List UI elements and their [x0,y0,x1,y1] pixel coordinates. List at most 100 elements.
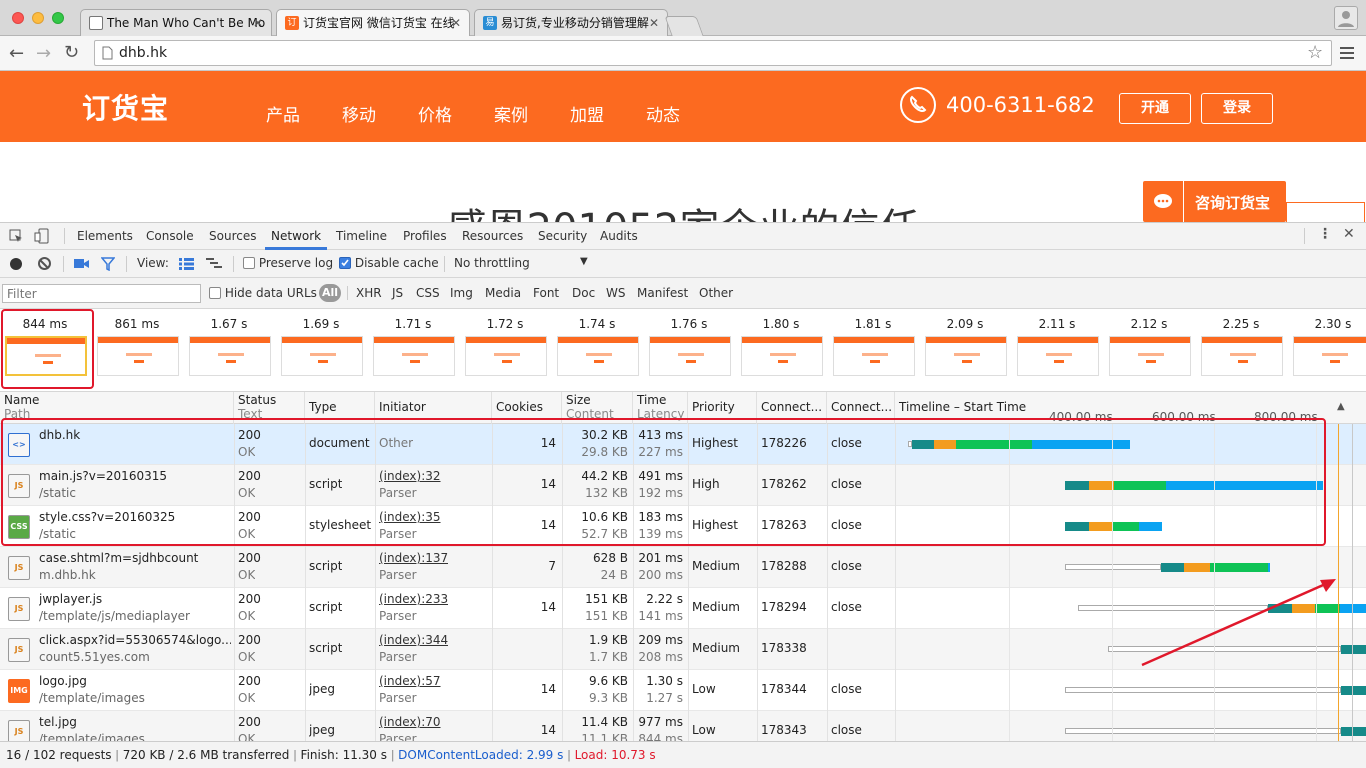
tab-sources[interactable]: Sources [209,229,256,243]
disable-cache-checkbox[interactable] [339,256,351,269]
filter-media-button[interactable]: Media [485,286,521,300]
filmstrip-frame[interactable]: 1.81 s [828,311,918,391]
forward-arrow-icon[interactable]: → [36,43,54,64]
tab-elements[interactable]: Elements [77,229,133,243]
minimize-window-button[interactable] [32,12,44,24]
overview-icon[interactable] [206,258,222,270]
address-bar[interactable]: dhb.hk ☆ [94,40,1332,66]
nav-item-product[interactable]: 产品 [266,101,300,126]
filmstrip-frame[interactable]: 2.09 s [920,311,1010,391]
filter-font-button[interactable]: Font [533,286,559,300]
close-devtools-icon[interactable]: ✕ [1343,226,1355,242]
filmstrip-frame[interactable]: 1.74 s [552,311,642,391]
throttling-select[interactable]: No throttling ▼ [454,256,590,270]
initiator-link[interactable]: (index):57 [379,674,441,688]
initiator-link[interactable]: (index):137 [379,551,448,565]
request-name[interactable]: click.aspx?id=55306574&logo... [39,633,231,647]
filmstrip-frame[interactable]: 2.30 s [1288,311,1366,391]
menu-icon[interactable] [1340,45,1354,61]
status-text: OK [238,568,256,582]
timeline-gridline [1352,424,1353,741]
consult-widget[interactable]: 咨询订货宝 [1143,181,1286,222]
browser-tab-1[interactable]: The Man Who Can't Be Mo ✕ [80,9,272,36]
browser-tab-3[interactable]: 易 易订货,专业移动分销管理解 ✕ [474,9,668,36]
request-name[interactable]: logo.jpg [39,674,231,688]
profile-avatar-icon[interactable] [1334,6,1358,30]
request-name[interactable]: case.shtml?m=sjdhbcount [39,551,231,565]
browser-tab-2[interactable]: 订 订货宝官网 微信订货宝 在线 ✕ [276,9,470,37]
tab-security[interactable]: Security [538,229,587,243]
tab-console[interactable]: Console [146,229,194,243]
preserve-log-checkbox[interactable] [243,256,255,269]
new-tab-button[interactable] [664,16,704,36]
filter-css-button[interactable]: CSS [416,286,440,300]
nav-item-cases[interactable]: 案例 [494,101,528,126]
maximize-window-button[interactable] [52,12,64,24]
hide-data-urls-option[interactable]: Hide data URLs [209,286,317,300]
filter-icon[interactable] [101,257,115,271]
large-rows-icon[interactable] [179,258,194,270]
request-row[interactable]: JS tel.jpg/template/images 200 OK jpeg (index… [0,711,1366,741]
filter-ws-button[interactable]: WS [606,286,625,300]
total-time: 977 ms [638,715,683,729]
request-name[interactable]: jwplayer.js [39,592,231,606]
nav-item-news[interactable]: 动态 [646,101,680,126]
nav-item-mobile[interactable]: 移动 [342,101,376,126]
initiator-link[interactable]: (index):233 [379,592,448,606]
tab-resources[interactable]: Resources [462,229,523,243]
initiator-link[interactable]: (index):70 [379,715,441,729]
tab-close-icon[interactable]: ✕ [253,10,263,36]
tab-timeline[interactable]: Timeline [336,229,387,243]
filter-input[interactable] [2,284,201,303]
open-account-button[interactable]: 开通 [1119,93,1191,124]
filmstrip-frame[interactable]: 1.80 s [736,311,826,391]
tab-close-icon[interactable]: ✕ [649,10,659,36]
nav-item-join[interactable]: 加盟 [570,101,604,126]
tab-audits[interactable]: Audits [600,229,638,243]
cookies-count: 14 [540,600,556,614]
request-path: /template/images [39,691,145,705]
separator: ǀ [293,748,301,762]
tab-profiles[interactable]: Profiles [403,229,447,243]
filmstrip-frame[interactable]: 2.25 s [1196,311,1286,391]
filmstrip-frame[interactable]: 2.12 s [1104,311,1194,391]
login-button[interactable]: 登录 [1201,93,1273,124]
frame-time: 861 ms [114,317,160,331]
disable-cache-option[interactable]: Disable cache [339,256,439,270]
initiator-link[interactable]: (index):344 [379,633,448,647]
filter-js-button[interactable]: JS [392,286,403,300]
request-name[interactable]: tel.jpg [39,715,231,729]
filmstrip-frame[interactable]: 1.67 s [184,311,274,391]
close-window-button[interactable] [12,12,24,24]
clear-icon[interactable] [38,257,51,270]
filmstrip-frame[interactable]: 1.71 s [368,311,458,391]
inspect-icon[interactable] [9,229,23,243]
filmstrip-frame[interactable]: 2.11 s [1012,311,1102,391]
frame-thumbnail [1109,336,1191,376]
hide-data-urls-checkbox[interactable] [209,286,221,299]
filmstrip-frame[interactable]: 1.69 s [276,311,366,391]
site-logo[interactable]: 订货宝 [82,87,169,127]
tab-close-icon[interactable]: ✕ [451,10,461,36]
filmstrip-frame[interactable]: 1.76 s [644,311,734,391]
capture-screenshots-icon[interactable] [74,258,90,270]
filter-all-button[interactable]: All [319,284,341,302]
record-icon[interactable] [10,258,22,270]
filter-xhr-button[interactable]: XHR [356,286,382,300]
reload-icon[interactable]: ↻ [64,42,82,63]
preserve-log-option[interactable]: Preserve log [243,256,333,270]
more-options-icon[interactable]: ⋮ [1318,226,1332,242]
tab-network[interactable]: Network [271,229,321,243]
latency: 200 ms [638,568,683,582]
filmstrip-frame[interactable]: 861 ms [92,311,182,391]
filter-manifest-button[interactable]: Manifest [637,286,688,300]
bookmark-star-icon[interactable]: ☆ [1307,42,1323,63]
filter-img-button[interactable]: Img [450,286,473,300]
filter-other-button[interactable]: Other [699,286,733,300]
nav-item-price[interactable]: 价格 [418,101,452,126]
priority: Medium [692,559,740,573]
filmstrip-frame[interactable]: 1.72 s [460,311,550,391]
filter-doc-button[interactable]: Doc [572,286,595,300]
back-arrow-icon[interactable]: ← [9,43,27,64]
device-mode-icon[interactable] [34,228,50,244]
